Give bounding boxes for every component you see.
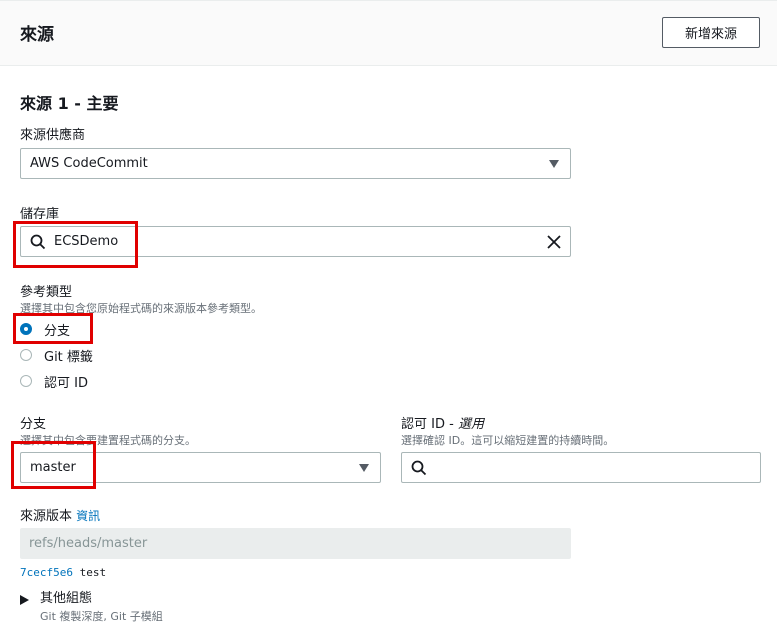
dropdown-caret-icon — [549, 160, 559, 168]
info-link[interactable]: 資訊 — [76, 509, 100, 523]
commit-id-label: 認可 ID - 選用 — [401, 413, 484, 432]
source-version-label-text: 來源版本 — [20, 509, 73, 524]
additional-config-description: Git 複製深度, Git 子模組 — [40, 610, 163, 623]
repository-search-input[interactable]: ECSDemo — [20, 226, 571, 257]
commit-message: test — [79, 566, 107, 579]
radio-selected-icon — [20, 323, 32, 335]
additional-config-label: 其他組態 — [40, 591, 93, 606]
commit-id-optional-text: 選用 — [457, 417, 484, 432]
page-header: 來源 新增來源 — [0, 0, 777, 66]
branch-label: 分支 — [20, 417, 47, 432]
page-title: 來源 — [20, 25, 54, 45]
reference-type-label: 參考類型 — [20, 285, 73, 300]
radio-unselected-icon — [20, 349, 32, 361]
repository-value: ECSDemo — [54, 234, 119, 249]
search-icon — [411, 460, 427, 480]
provider-label: 來源供應商 — [20, 128, 86, 143]
source-version-field: refs/heads/master — [20, 528, 571, 559]
commit-info: 7cecf5e6 test — [20, 566, 106, 579]
add-source-button[interactable]: 新增來源 — [662, 17, 760, 48]
repository-label: 儲存庫 — [20, 207, 60, 222]
section-title: 來源 1 - 主要 — [20, 94, 119, 113]
radio-branch-label: 分支 — [44, 324, 71, 339]
commit-id-description: 選擇確認 ID。這可以縮短建置的持續時間。 — [401, 434, 615, 447]
reference-type-description: 選擇其中包含您原始程式碼的來源版本參考類型。 — [20, 302, 262, 315]
radio-unselected-icon — [20, 375, 32, 387]
clear-icon[interactable] — [546, 234, 562, 254]
branch-description: 選擇其中包含要建置程式碼的分支。 — [20, 434, 196, 447]
commit-id-label-text: 認可 ID - — [401, 417, 458, 432]
branch-select[interactable]: master — [20, 452, 381, 483]
provider-select[interactable]: AWS CodeCommit — [20, 148, 571, 179]
commit-id-search-input[interactable] — [401, 452, 761, 483]
commit-hash[interactable]: 7cecf5e6 — [20, 566, 73, 579]
radio-commit-id-label: 認可 ID — [44, 376, 88, 391]
caret-right-icon — [20, 590, 29, 609]
search-icon — [30, 234, 46, 254]
branch-value: master — [30, 460, 76, 475]
provider-value: AWS CodeCommit — [30, 156, 148, 171]
dropdown-caret-icon — [359, 464, 369, 472]
radio-git-tag-label: Git 標籤 — [44, 350, 93, 365]
source-version-label: 來源版本 資訊 — [20, 505, 100, 524]
